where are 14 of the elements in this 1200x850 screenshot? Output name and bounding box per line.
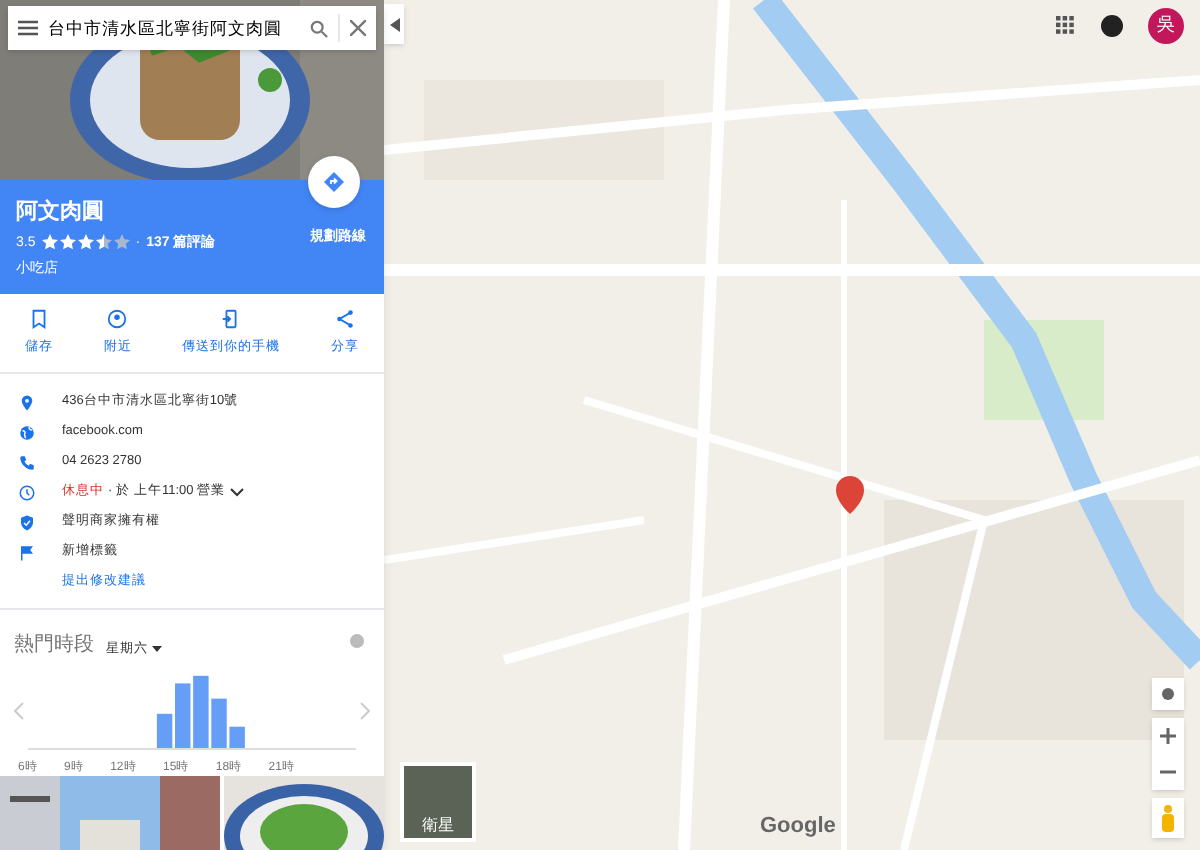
bookmark-icon [28, 308, 51, 330]
caret-down-icon [152, 646, 162, 653]
pin-icon [18, 393, 36, 412]
place-name: 阿文肉圓 [16, 202, 106, 224]
flag-icon [18, 543, 36, 562]
phone-send-icon [220, 308, 243, 330]
globe-icon [18, 423, 36, 442]
shield-check-icon [18, 513, 36, 532]
share-icon [333, 308, 356, 330]
chevron-down-icon[interactable] [229, 487, 244, 498]
target-icon [106, 308, 129, 330]
phone-icon [18, 453, 36, 472]
clock-icon [18, 483, 36, 502]
section-title: 熱門時段 [14, 631, 94, 660]
